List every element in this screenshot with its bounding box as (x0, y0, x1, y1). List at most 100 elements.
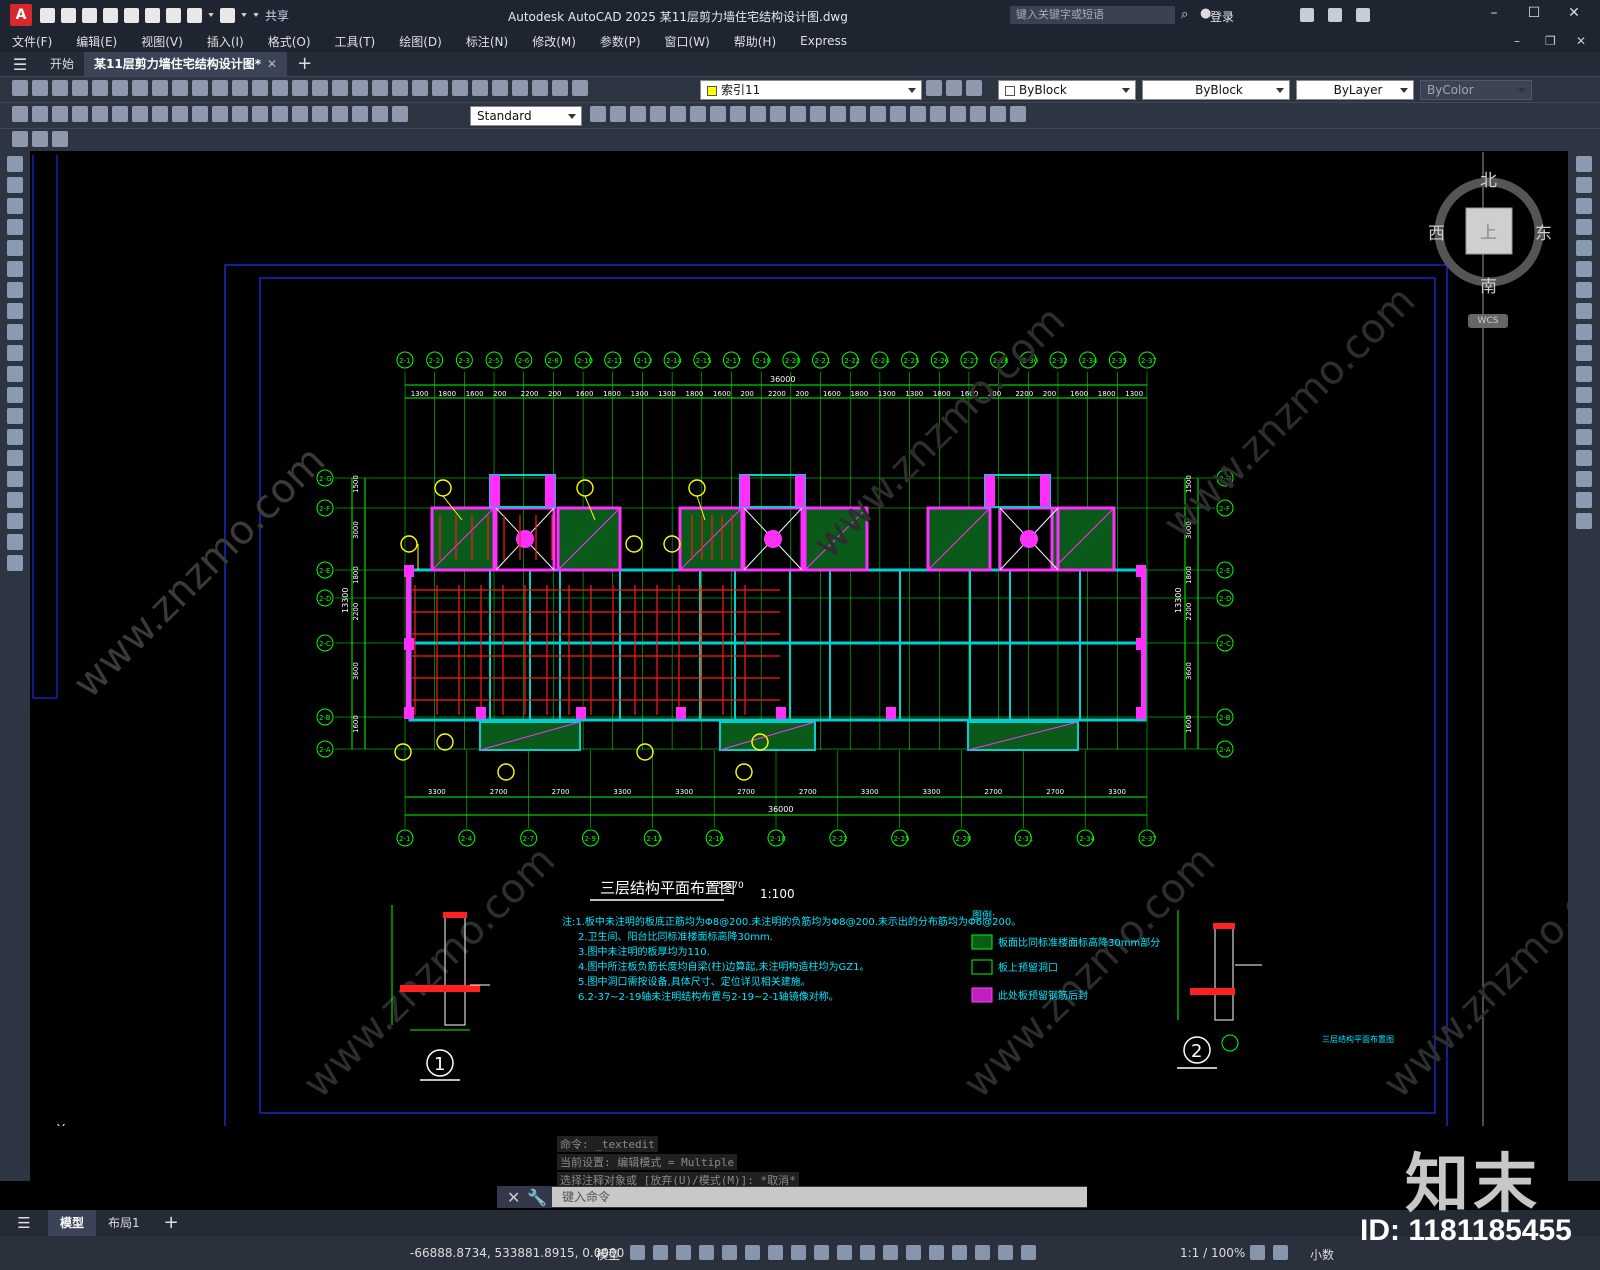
linetype-dropdown[interactable]: ByBlock (1142, 80, 1290, 100)
point-icon[interactable] (7, 429, 23, 445)
gradient-icon[interactable] (7, 471, 23, 487)
workspace-icon[interactable] (12, 131, 28, 147)
redo-icon[interactable] (220, 7, 235, 23)
redo-icon[interactable] (272, 80, 288, 96)
dim-arc-icon[interactable] (52, 106, 68, 122)
3d-osnap-icon[interactable] (906, 1245, 921, 1260)
center-mark-icon[interactable] (292, 106, 308, 122)
selection-cycling-icon[interactable] (883, 1245, 898, 1260)
zoom-previous-icon[interactable] (352, 80, 368, 96)
zoom-realtime-icon[interactable] (312, 80, 328, 96)
dim-edit-icon[interactable] (352, 106, 368, 122)
matchprop-icon[interactable] (212, 80, 228, 96)
undo-icon[interactable] (252, 80, 268, 96)
publish-icon[interactable] (112, 80, 128, 96)
lightbulb-icon[interactable] (532, 80, 548, 96)
menu-edit[interactable]: 编辑(E) (64, 33, 129, 50)
slice-icon[interactable] (730, 106, 746, 122)
cut-icon[interactable] (152, 80, 168, 96)
inspection-icon[interactable] (312, 106, 328, 122)
snap-icon[interactable] (653, 1245, 668, 1260)
blend-icon[interactable] (1576, 492, 1592, 508)
3d-rotate-icon[interactable] (810, 106, 826, 122)
mirror-icon[interactable] (1576, 198, 1592, 214)
jogged-linear-icon[interactable] (332, 106, 348, 122)
separate-icon[interactable] (910, 106, 926, 122)
quick-dim-icon[interactable] (172, 106, 188, 122)
block-editor-icon[interactable] (232, 80, 248, 96)
menu-window[interactable]: 窗口(W) (653, 33, 722, 50)
saveas-icon[interactable] (103, 7, 118, 23)
cart-icon[interactable] (1300, 8, 1314, 22)
new-icon[interactable] (12, 80, 28, 96)
rotate-icon[interactable] (1576, 282, 1592, 298)
command-input[interactable]: 键入命令 (552, 1187, 1087, 1207)
lineweight-dropdown[interactable]: ByLayer (1296, 80, 1414, 100)
rectangle-icon[interactable] (7, 240, 23, 256)
lock-icon[interactable] (572, 80, 588, 96)
trim-icon[interactable] (1576, 345, 1592, 361)
dim-text-edit-icon[interactable] (372, 106, 388, 122)
help-icon[interactable] (1356, 8, 1370, 22)
qat-customize-icon[interactable] (253, 13, 259, 17)
compass-west[interactable]: 西 (1428, 224, 1445, 244)
new-tab-button[interactable]: + (287, 52, 322, 76)
compass-east[interactable]: 东 (1535, 224, 1552, 244)
minimize-button[interactable]: – (1483, 5, 1505, 25)
calculator-icon[interactable] (472, 80, 488, 96)
layer-properties-icon[interactable] (512, 80, 528, 96)
3d-move-icon[interactable] (790, 106, 806, 122)
new-icon[interactable] (40, 7, 55, 23)
chamfer-icon[interactable] (1576, 450, 1592, 466)
menu-insert[interactable]: 插入(I) (195, 33, 256, 50)
plot-icon[interactable] (166, 7, 181, 23)
array-icon[interactable] (1576, 240, 1592, 256)
dynamic-ucs-icon[interactable] (929, 1245, 944, 1260)
subtract-icon[interactable] (650, 106, 666, 122)
layout-menu-icon[interactable]: ☰ (0, 1214, 48, 1232)
menu-file[interactable]: 文件(F) (0, 33, 64, 50)
break-icon[interactable] (1576, 408, 1592, 424)
close-button[interactable]: ✕ (1563, 5, 1585, 25)
hamburger-menu-icon[interactable]: ☰ (0, 55, 40, 74)
undo-icon[interactable] (187, 7, 202, 23)
revcloud-icon[interactable] (7, 303, 23, 319)
ellipse-icon[interactable] (7, 345, 23, 361)
save-web-icon[interactable] (145, 7, 160, 23)
compass-south[interactable]: 南 (1480, 277, 1497, 297)
stretch-icon[interactable] (1576, 324, 1592, 340)
menu-modify[interactable]: 修改(M) (520, 33, 588, 50)
polar-icon[interactable] (745, 1245, 760, 1260)
3d-align-icon[interactable] (830, 106, 846, 122)
imprint-icon[interactable] (930, 106, 946, 122)
tab-model[interactable]: 模型 (48, 1210, 97, 1236)
layer-state-icon[interactable] (966, 80, 982, 96)
save-icon[interactable] (82, 7, 97, 23)
doc-restore-button[interactable]: ❐ (1545, 34, 1556, 48)
print-icon[interactable] (52, 131, 68, 147)
units-setting[interactable]: 小数 (1310, 1246, 1334, 1263)
section-icon[interactable] (750, 106, 766, 122)
make-block-icon[interactable] (7, 408, 23, 424)
gizmo-icon[interactable] (975, 1245, 990, 1260)
tool-palette-icon[interactable] (412, 80, 428, 96)
auto-scale-icon[interactable] (1021, 1245, 1036, 1260)
pdf-icon[interactable] (132, 80, 148, 96)
add-selected-icon[interactable] (7, 555, 23, 571)
menu-format[interactable]: 格式(O) (256, 33, 323, 50)
dim-linear-icon[interactable] (12, 106, 28, 122)
doc-close-button[interactable]: ✕ (1576, 34, 1586, 48)
menu-parametric[interactable]: 参数(P) (588, 33, 653, 50)
table-icon[interactable] (7, 513, 23, 529)
explode-icon[interactable] (1576, 513, 1592, 529)
doc-minimize-button[interactable]: – (1514, 34, 1520, 48)
polyline-icon[interactable] (7, 198, 23, 214)
dimstyle-manager-icon[interactable] (590, 106, 606, 122)
transparency-icon[interactable] (860, 1245, 875, 1260)
tab-close-icon[interactable]: ✕ (267, 57, 277, 71)
sheet-set-icon[interactable] (432, 80, 448, 96)
shell-icon[interactable] (890, 106, 906, 122)
dim-angular-icon[interactable] (152, 106, 168, 122)
sun-icon[interactable] (552, 80, 568, 96)
annotation-scale[interactable]: 1:1 / 100% (1180, 1246, 1245, 1260)
